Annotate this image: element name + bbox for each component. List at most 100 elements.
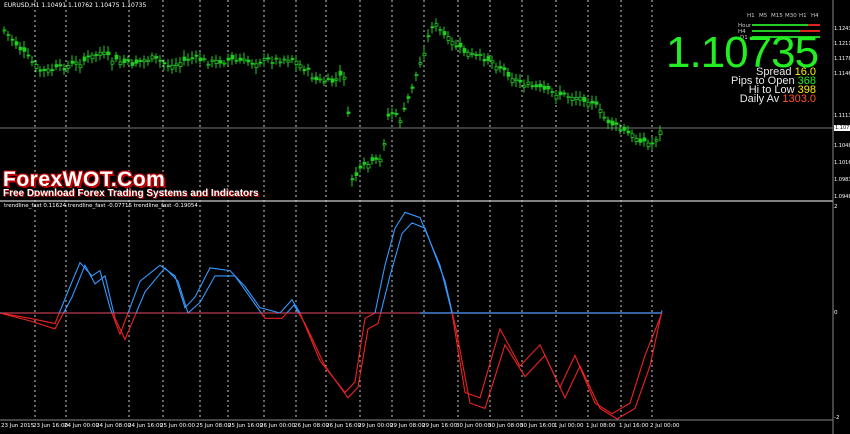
price-axis-label: 1.10485 — [834, 143, 850, 149]
candle-body — [370, 157, 375, 161]
candle-body — [234, 59, 239, 62]
candle-body — [514, 78, 519, 82]
candle-body — [382, 143, 387, 146]
candle-body — [538, 83, 543, 88]
candle-body — [322, 81, 327, 84]
candle-body — [610, 120, 615, 126]
candle-body — [486, 56, 491, 61]
price-axis-label: 1.12110 — [834, 41, 850, 47]
candle-body — [314, 76, 319, 81]
time-axis-label: 25 Jun 16:00 — [228, 423, 263, 429]
candle-body — [386, 113, 391, 117]
candle-body — [578, 96, 583, 101]
candle-body — [22, 47, 27, 52]
candle-body — [406, 96, 411, 99]
candle-body — [526, 81, 531, 85]
candle-body — [274, 57, 279, 60]
time-axis-label: 1 Jul 00:00 — [554, 423, 584, 429]
candle-body — [114, 54, 119, 60]
candle-body — [142, 59, 147, 63]
candle-body — [50, 69, 55, 72]
candle-body — [482, 58, 487, 62]
tf-label-6[interactable]: H4 — [811, 13, 819, 19]
tf-label-1[interactable]: H1 — [747, 13, 755, 19]
candle-body — [530, 85, 535, 88]
candle-body — [266, 57, 271, 60]
candle-body — [42, 68, 47, 71]
price-axis-label: 1.11785 — [834, 56, 850, 62]
price-axis-label: 1.10160 — [834, 160, 850, 166]
candle-body — [598, 109, 603, 113]
candle-body — [106, 51, 111, 56]
candle-body — [286, 59, 291, 63]
candle-body — [534, 84, 539, 88]
candle-body — [518, 79, 523, 83]
candle-body — [330, 78, 335, 83]
candle-body — [126, 59, 131, 62]
candle-body — [134, 59, 139, 64]
candle-body — [250, 62, 255, 65]
candle-body — [262, 58, 267, 61]
time-axis-label: 24 Jun 08:00 — [96, 423, 131, 429]
candle-body — [390, 112, 395, 115]
candle-body — [158, 59, 163, 62]
candle-body — [618, 129, 623, 132]
tf-label-2[interactable]: M5 — [759, 13, 767, 19]
candle-body — [378, 158, 383, 163]
candle-body — [510, 78, 515, 84]
candle-body — [414, 74, 419, 77]
price-axis-label: 1.09835 — [834, 177, 850, 183]
candle-body — [430, 26, 435, 29]
candle-body — [74, 61, 79, 65]
tf-label-3[interactable]: M15 — [771, 13, 783, 19]
candle-body — [218, 60, 223, 64]
daily-row: Daily Av 1303.0 — [740, 94, 816, 105]
candle-body — [462, 48, 467, 53]
candle-body — [302, 69, 307, 72]
candle-body — [634, 138, 639, 142]
candle-body — [366, 164, 371, 169]
candle-body — [146, 59, 151, 62]
time-axis-label: 23 Jun 2015 — [1, 423, 35, 429]
symbol-header: EURUSD,H1 1.10491 1.10762 1.10475 1.1073… — [4, 2, 147, 9]
tf-label-5[interactable]: H1 — [799, 13, 807, 19]
ind-axis-top: 2 — [834, 204, 838, 210]
candle-body — [202, 58, 207, 61]
candle-body — [402, 107, 407, 110]
candle-body — [242, 58, 247, 62]
candle-body — [470, 53, 475, 56]
candle-body — [298, 64, 303, 69]
time-axis-label: 30 Jun 08:00 — [488, 423, 523, 429]
candle-body — [474, 54, 479, 56]
candle-body — [2, 29, 7, 32]
time-axis-label: 26 Jun 00:00 — [260, 423, 295, 429]
tf-label-4[interactable]: M30 — [785, 13, 797, 19]
time-axis-label: 30 Jun 00:00 — [456, 423, 491, 429]
price-axis-label: 1.10735 — [834, 125, 850, 131]
candle-body — [498, 66, 503, 69]
candle-body — [442, 31, 447, 36]
candle-body — [490, 60, 495, 64]
candle-body — [450, 40, 455, 46]
price-axis-label: 1.11460 — [834, 71, 850, 77]
candle-body — [154, 56, 159, 59]
candle-body — [546, 85, 551, 90]
candle-body — [62, 68, 67, 71]
chart-window[interactable]: EURUSD,H1 1.10491 1.10762 1.10475 1.1073… — [0, 0, 850, 434]
candle-body — [502, 67, 507, 71]
candle-body — [558, 91, 563, 96]
candle-body — [602, 116, 607, 119]
candle-body — [282, 58, 287, 61]
candle-body — [306, 67, 311, 70]
daily-label: Daily Av — [739, 93, 780, 105]
candle-body — [210, 59, 215, 62]
candle-body — [342, 76, 347, 80]
indicator-header: trendline_fast 0.11624 trendline_fast -0… — [4, 203, 198, 209]
candle-body — [642, 137, 647, 142]
oscillator-line-positive — [0, 222, 663, 313]
candle-body — [270, 62, 275, 64]
candle-body — [26, 54, 31, 57]
candle-body — [362, 161, 367, 165]
candle-body — [374, 157, 379, 160]
candle-body — [550, 91, 555, 93]
